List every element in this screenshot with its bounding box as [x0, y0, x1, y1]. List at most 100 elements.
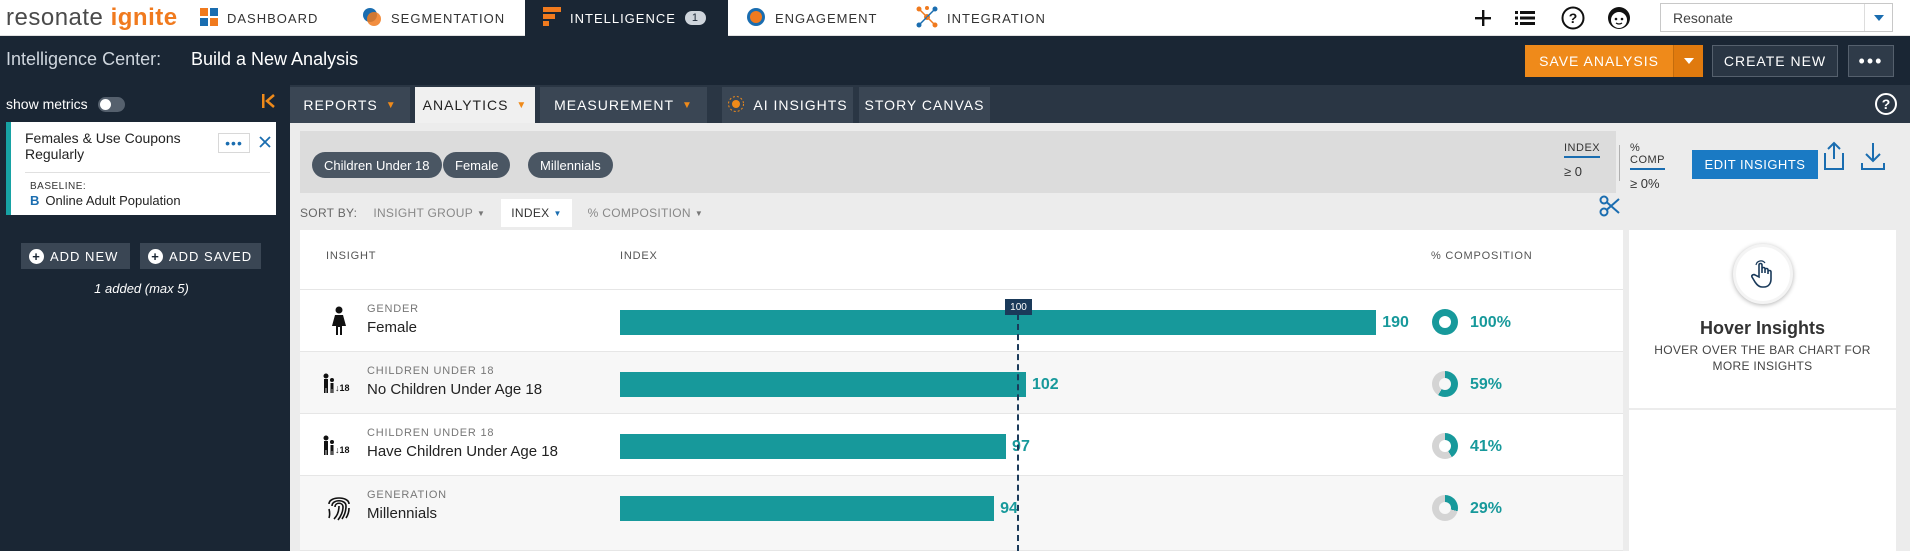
nav-integration[interactable]: INTEGRATION: [916, 0, 1046, 36]
insight-name: Female: [367, 319, 418, 336]
composition-threshold-label: % COMP: [1630, 142, 1665, 170]
integration-icon: [916, 5, 938, 31]
plus-circle-icon: +: [29, 248, 44, 264]
audience-options-button[interactable]: •••: [218, 133, 250, 153]
children-icon: ↓18: [322, 366, 356, 400]
audience-count-note: 1 added (max 5): [94, 281, 189, 296]
add-new-button[interactable]: + ADD NEW: [21, 243, 130, 269]
tab-measurement[interactable]: MEASUREMENT ▼: [540, 87, 707, 123]
analytics-main: Children Under 18 Female Millennials IND…: [290, 123, 1910, 551]
nav-intelligence[interactable]: INTELLIGENCE 1: [525, 0, 728, 36]
hover-insights-subtitle: HOVER OVER THE BAR CHART FOR MORE INSIGH…: [1654, 343, 1871, 373]
index-threshold-label: INDEX: [1564, 142, 1601, 158]
segmentation-icon: [362, 7, 382, 30]
intelligence-icon: [543, 6, 561, 30]
tab-story-canvas[interactable]: STORY CANVAS: [859, 87, 990, 123]
tab-ai-insights[interactable]: AI INSIGHTS: [722, 87, 853, 123]
logo-text-ignite: ignite: [110, 4, 178, 31]
tab-analytics[interactable]: ANALYTICS ▼: [415, 87, 535, 123]
audience-card-divider: [25, 172, 270, 173]
more-options-button[interactable]: •••: [1848, 45, 1894, 77]
index-bar[interactable]: [620, 496, 995, 521]
composition-threshold[interactable]: % COMP ≥ 0%: [1630, 142, 1665, 191]
composition-threshold-value: ≥ 0%: [1630, 176, 1660, 191]
filter-chip[interactable]: Children Under 18: [312, 152, 442, 178]
resonate-ignite-logo[interactable]: resonate ignite: [6, 4, 178, 32]
add-saved-button[interactable]: + ADD SAVED: [140, 243, 261, 269]
nav-dashboard[interactable]: DASHBOARD: [200, 0, 318, 36]
sort-option-composition[interactable]: % COMPOSITION ▼: [588, 206, 703, 220]
edit-insights-button[interactable]: EDIT INSIGHTS: [1692, 150, 1818, 179]
nav-dashboard-label: DASHBOARD: [227, 10, 319, 26]
add-icon[interactable]: [1471, 6, 1495, 30]
organization-select[interactable]: Resonate: [1660, 3, 1893, 32]
composition-value: 100%: [1470, 314, 1511, 331]
column-header-composition: % COMPOSITION: [1431, 250, 1533, 262]
insight-category: CHILDREN UNDER 18: [367, 427, 495, 439]
index-bar[interactable]: [620, 372, 1026, 397]
organization-select-value: Resonate: [1673, 9, 1733, 26]
list-icon[interactable]: [1513, 6, 1537, 30]
nav-segmentation[interactable]: SEGMENTATION: [362, 0, 505, 36]
index-value: 94: [1000, 500, 1018, 517]
table-row[interactable]: ↓18 CHILDREN UNDER 18 Have Children Unde…: [300, 414, 1623, 476]
hover-insights-panel: Hover Insights HOVER OVER THE BAR CHART …: [1629, 230, 1896, 408]
tab-ai-insights-label: AI INSIGHTS: [753, 97, 848, 113]
index-threshold[interactable]: INDEX ≥ 0: [1564, 142, 1601, 179]
audience-card[interactable]: Females & Use Coupons Regularly ••• BASE…: [6, 122, 276, 215]
table-row[interactable]: GENERATION Millennials 94 29%: [300, 476, 1623, 551]
index-value: 102: [1031, 376, 1059, 393]
save-analysis-button[interactable]: SAVE ANALYSIS: [1525, 45, 1703, 77]
baseline-label: BASELINE:: [30, 181, 87, 192]
index-100-reference-label: 100: [1005, 299, 1032, 315]
tab-reports[interactable]: REPORTS ▼: [290, 87, 410, 123]
nav-segmentation-label: SEGMENTATION: [391, 10, 506, 26]
logo-text-resonate: resonate: [6, 4, 104, 31]
nav-engagement[interactable]: ENGAGEMENT: [746, 0, 877, 36]
sort-bar: SORT BY: INSIGHT GROUP ▼ INDEX ▼ % COMPO…: [300, 195, 703, 231]
composition-donut: [1432, 309, 1458, 335]
sort-option-label: INSIGHT GROUP: [373, 206, 474, 220]
engagement-icon: [746, 7, 766, 30]
index-bar[interactable]: [620, 310, 1377, 335]
chevron-down-icon: ▼: [694, 208, 704, 218]
table-row[interactable]: ↓18 CHILDREN UNDER 18 No Children Under …: [300, 352, 1623, 414]
table-row[interactable]: GENDER Female 190 100%: [300, 290, 1623, 352]
collapse-sidebar-icon[interactable]: [262, 94, 276, 113]
index-bar[interactable]: [620, 434, 1007, 459]
close-icon[interactable]: [259, 132, 271, 153]
help-icon[interactable]: ?: [1561, 6, 1585, 30]
composition-donut: [1432, 433, 1458, 459]
index-value: 190: [1382, 314, 1409, 331]
sort-option-label: % COMPOSITION: [587, 206, 691, 220]
filter-chip[interactable]: Millennials: [528, 152, 613, 178]
chevron-down-icon: ▼: [385, 99, 397, 111]
svg-text:?: ?: [1569, 10, 1578, 26]
audience-name: Females & Use Coupons Regularly: [25, 130, 181, 162]
create-new-button[interactable]: CREATE NEW: [1712, 45, 1838, 77]
chevron-down-icon: ▼: [477, 208, 486, 218]
audience-sidebar: show metrics Females & Use Coupons Regul…: [0, 85, 290, 551]
hover-insights-title: Hover Insights: [1699, 318, 1826, 338]
more-dots-icon: •••: [1858, 50, 1884, 71]
chevron-down-icon: ▼: [516, 99, 528, 111]
composition-donut: [1432, 371, 1458, 397]
user-avatar-icon[interactable]: [1607, 6, 1631, 30]
dashboard-grid-icon: [200, 7, 218, 29]
baseline-name: Online Adult Population: [45, 193, 181, 208]
filter-chip[interactable]: Female: [443, 152, 511, 178]
svg-text:↓18: ↓18: [335, 383, 350, 393]
share-icon[interactable]: [1822, 141, 1850, 173]
top-navigation: resonate ignite DASHBOARD SEGMENTATION I…: [0, 0, 1910, 36]
save-options-chevron-icon[interactable]: [1673, 45, 1703, 77]
sort-option-insight-group[interactable]: INSIGHT GROUP ▼: [373, 206, 485, 220]
scissors-icon[interactable]: [1599, 195, 1623, 219]
show-metrics-toggle[interactable]: [97, 96, 125, 112]
create-new-label: CREATE NEW: [1723, 53, 1827, 69]
tab-measurement-label: MEASUREMENT: [554, 97, 674, 113]
nav-integration-label: INTEGRATION: [947, 10, 1046, 26]
help-icon[interactable]: ?: [1875, 93, 1897, 115]
sort-option-label: INDEX: [511, 206, 550, 220]
sort-option-index[interactable]: INDEX ▼: [501, 199, 572, 227]
download-icon[interactable]: [1860, 141, 1888, 173]
